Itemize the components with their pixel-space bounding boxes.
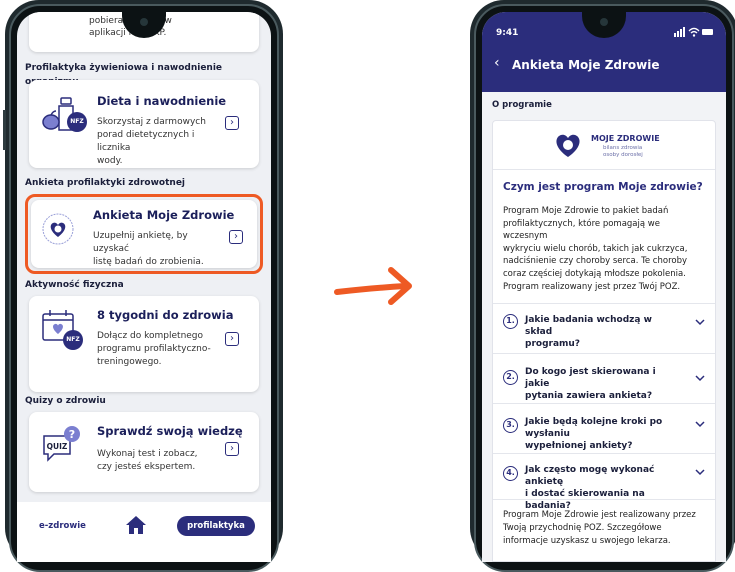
chevron-right-icon[interactable]: › [229,230,243,244]
body-line: Program realizowany jest przez Twój POZ. [503,281,681,292]
body-line: profilaktycznych, które pomagają we wcze… [503,218,660,242]
svg-text:?: ? [69,428,75,441]
chevron-right-icon[interactable]: › [225,116,239,130]
calendar-icon: NFZ [41,308,83,350]
footer-text: Program Moje Zdrowie jest realizowany pr… [503,509,707,548]
accordion-line: wypełnionej ankiety? [525,441,633,451]
accordion-number: 2. [503,370,518,385]
diet-bottle-icon: NFZ [41,94,87,138]
card-title: Ankieta Moje Zdrowie [93,208,235,222]
card-desc-line: czy jesteś ekspertem. [97,462,196,472]
right-phone: 9:41 ‹ Ankieta Moje Zdrowie O programie [470,0,735,572]
card-desc-line: listę badań do zrobienia. [93,257,204,267]
footer-line: Program Moje Zdrowie jest realizowany pr… [503,510,696,520]
accordion-line: Jak często mogę wykonać ankietę [525,465,655,487]
card-desc-line: programu profilaktyczno- [97,344,211,354]
status-icons [674,27,714,40]
body-line: nadciśnienie czy choroby serca. Te choro… [503,256,688,267]
accordion-line: Do kogo jest skierowana i jakie [525,367,656,389]
quiz-bubble-icon: ? QUIZ [41,424,85,468]
card-desc-line: treningowego. [97,357,162,367]
accordion-line: Jakie będą kolejne kroki po wysłaniu [525,417,663,439]
accordion-item[interactable]: 1. Jakie badania wchodzą w skład program… [493,303,715,354]
logo-title: MOJE ZDROWIE [591,134,660,143]
card-desc-line: Wykonaj test i zobacz, [97,449,198,459]
body-line: wykryciu wielu chorób, takich jak cukrzy… [503,243,688,254]
card-title: Czym jest program Moje zdrowie? [503,181,703,193]
section-title: Profilaktyka żywieniowa i nawodnienie or… [25,63,223,87]
card-quiz[interactable]: ? QUIZ Sprawdź swoją wiedzę Wykonaj test… [29,412,259,492]
nav-e-zdrowie[interactable]: e-zdrowie [39,521,86,531]
divider [493,499,715,500]
chevron-right-icon[interactable]: › [225,442,239,456]
card-desc-line: Dołącz do kompletnego [97,331,204,341]
back-arrow-icon[interactable]: ‹ [494,55,500,71]
card-dieta[interactable]: NFZ Dieta i nawodnienie Skorzystaj z dar… [29,80,259,168]
right-arrow-icon [333,262,417,312]
chevron-down-icon [695,375,705,382]
logo-subtitle: osoby dorosłej [603,152,643,158]
card-title: Dieta i nawodnienie [97,94,227,108]
accordion-line: programu? [525,339,581,349]
card-title: Sprawdź swoją wiedzę [97,424,243,438]
chevron-down-icon [695,469,705,476]
bottom-nav: e-zdrowie profilaktyka [17,502,271,562]
accordion-item[interactable]: 2. Do kogo jest skierowana i jakie pytan… [493,353,715,404]
chevron-right-icon[interactable]: › [225,332,239,346]
card-8-tygodni[interactable]: NFZ 8 tygodni do zdrowia Dołącz do kompl… [29,296,259,392]
phone-side-button [3,110,6,150]
logo-subtitle: bilans zdrowia [603,145,643,151]
card-title: 8 tygodni do zdrowia [97,308,234,322]
accordion-item[interactable]: 4. Jak często mogę wykonać ankietę i dos… [493,453,715,511]
card-desc-line: Skorzystaj z darmowych [97,117,206,127]
section-title: Aktywność fizyczna [25,280,124,290]
right-screen: 9:41 ‹ Ankieta Moje Zdrowie O programie [482,12,726,562]
chevron-down-icon [695,319,705,326]
card-desc-line: wody. [97,156,123,166]
section-title: Quizy o zdrowiu [25,396,106,406]
header-title: Ankieta Moje Zdrowie [512,58,660,72]
section-label: O programie [492,100,552,110]
section-title: Ankieta profilaktyki zdrowotnej [25,178,186,188]
moje-zdrowie-logo: MOJE ZDROWIE bilans zdrowia osoby dorosł… [493,121,715,170]
left-screen: pobieran y krokow aplikacji mojeIKP. Pro… [17,12,271,562]
accordion-number: 4. [503,466,518,481]
accordion-item[interactable]: 3. Jakie będą kolejne kroki po wysłaniu … [493,403,715,454]
chevron-down-icon [695,421,705,428]
heart-logo-icon [556,134,580,157]
body-line: coraz częściej dotykają młodsze pokoleni… [503,268,686,279]
footer-line: Twoją przychodnię POZ. Szczegółowe [503,523,662,533]
card-ankieta[interactable]: Ankieta Moje Zdrowie Uzupełnij ankietę, … [31,200,257,268]
program-card: MOJE ZDROWIE bilans zdrowia osoby dorosł… [492,120,716,562]
accordion-line: pytania zawiera ankieta? [525,391,653,401]
nav-profilaktyka[interactable]: profilaktyka [177,516,255,536]
body-line: Program Moje Zdrowie to pakiet badań [503,206,669,216]
footer-line: informacje uzyskasz u swojego lekarza. [503,536,671,546]
accordion-number: 3. [503,418,518,433]
nfz-badge: NFZ [67,112,87,132]
moje-zdrowie-logo-icon [41,212,75,250]
accordion-number: 1. [503,314,518,329]
home-icon[interactable] [125,515,147,539]
card-desc-line: porad dietetycznych i licznika [97,130,195,153]
card-body: Program Moje Zdrowie to pakiet badań pro… [503,205,707,293]
card-desc-line: Uzupełnij ankietę, by uzyskać [93,231,188,254]
left-phone: pobieran y krokow aplikacji mojeIKP. Pro… [3,0,283,572]
nfz-badge: NFZ [63,330,83,350]
quiz-icon-label: QUIZ [47,442,68,451]
accordion-line: Jakie badania wchodzą w skład [525,315,652,337]
status-time: 9:41 [496,28,519,38]
app-header: ‹ Ankieta Moje Zdrowie [482,42,726,92]
